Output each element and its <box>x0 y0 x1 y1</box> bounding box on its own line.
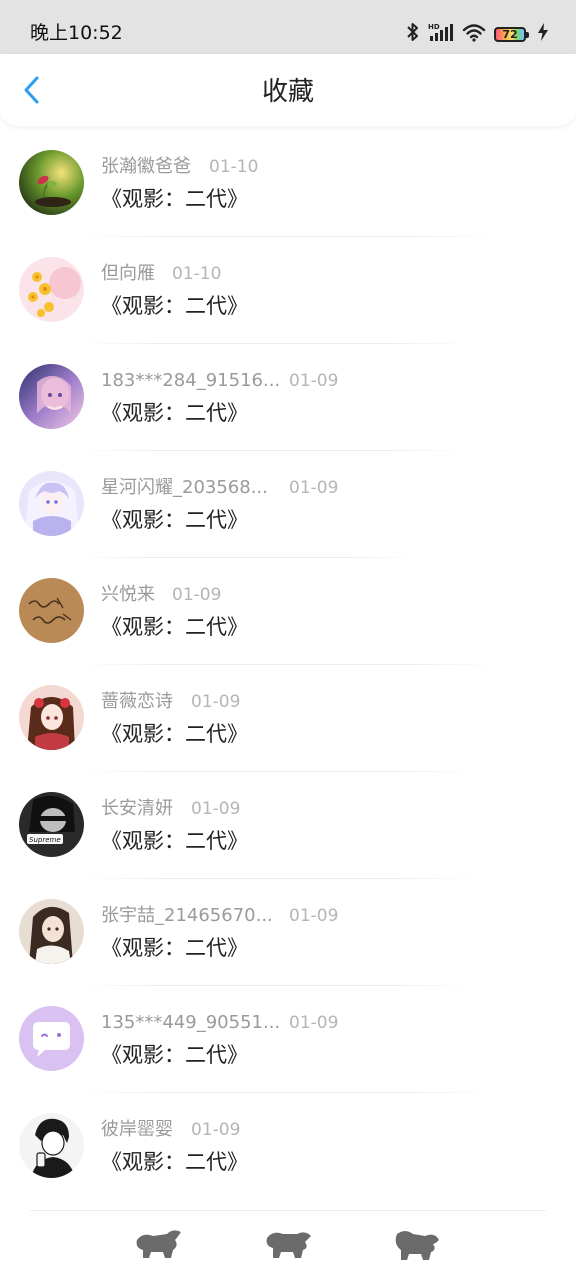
work-title[interactable]: 《观影：二代》 <box>101 1040 248 1070</box>
header: 收藏 <box>0 54 576 126</box>
favorite-date: 01-09 <box>289 371 339 391</box>
avatar[interactable] <box>19 364 84 429</box>
favorite-item[interactable]: 但向雁 01-10 《观影：二代》 <box>0 237 576 344</box>
favorite-item[interactable]: 蔷薇恋诗 01-09 《观影：二代》 <box>0 665 576 772</box>
favorite-date: 01-09 <box>172 585 222 605</box>
work-title[interactable]: 《观影：二代》 <box>101 826 248 856</box>
user-name[interactable]: 张宇喆_21465670... <box>101 903 273 929</box>
status-bar: 晚上10:52 HD 72 <box>0 0 576 54</box>
avatar[interactable]: Supreme <box>19 792 84 857</box>
user-name[interactable]: 星河闪耀_203568... <box>101 475 268 501</box>
user-name[interactable]: 但向雁 <box>101 261 155 287</box>
charging-icon <box>538 23 548 45</box>
hd-signal-icon: HD <box>428 22 454 46</box>
favorite-date: 01-10 <box>172 264 222 284</box>
work-title[interactable]: 《观影：二代》 <box>101 612 248 642</box>
avatar[interactable] <box>19 257 84 322</box>
bluetooth-icon <box>406 22 420 46</box>
user-name[interactable]: 长安清妍 <box>101 796 173 822</box>
avatar[interactable] <box>19 1006 84 1071</box>
favorite-item[interactable]: 兴悦来 01-09 《观影：二代》 <box>0 558 576 665</box>
work-title[interactable]: 《观影：二代》 <box>101 1147 248 1177</box>
puppy-silhouette-icon <box>266 1232 311 1258</box>
favorite-item[interactable]: 张宇喆_21465670... 01-09 《观影：二代》 <box>0 879 576 986</box>
work-title[interactable]: 《观影：二代》 <box>101 184 248 214</box>
avatar[interactable] <box>19 685 84 750</box>
favorite-date: 01-10 <box>209 157 259 177</box>
svg-text:HD: HD <box>428 23 440 31</box>
avatar[interactable] <box>19 471 84 536</box>
wifi-icon <box>462 22 486 46</box>
battery-level: 72 <box>502 27 518 41</box>
svg-text:Supreme: Supreme <box>29 836 61 844</box>
favorite-item[interactable]: 张瀚徽爸爸 01-10 《观影：二代》 <box>0 130 576 237</box>
page-title: 收藏 <box>261 77 314 107</box>
work-title[interactable]: 《观影：二代》 <box>101 933 248 963</box>
favorite-item[interactable]: 彼岸罂婴 01-09 《观影：二代》 <box>0 1093 576 1200</box>
user-name[interactable]: 蔷薇恋诗 <box>101 689 173 715</box>
user-name[interactable]: 张瀚徽爸爸 <box>101 154 191 180</box>
favorite-item[interactable]: 183***284_91516... 01-09 《观影：二代》 <box>0 344 576 451</box>
work-title[interactable]: 《观影：二代》 <box>101 291 248 321</box>
user-name[interactable]: 彼岸罂婴 <box>101 1117 173 1143</box>
favorite-date: 01-09 <box>191 799 241 819</box>
puppy-silhouette-icon <box>395 1231 439 1260</box>
favorite-date: 01-09 <box>289 478 339 498</box>
list-end-divider <box>30 1210 546 1211</box>
favorite-date: 01-09 <box>191 692 241 712</box>
favorite-item[interactable]: Supreme 长安清妍 01-09 《观影：二代》 <box>0 772 576 879</box>
favorite-date: 01-09 <box>289 1013 339 1033</box>
battery-icon: 72 <box>494 26 529 42</box>
avatar[interactable] <box>19 899 84 964</box>
status-time: 晚上10:52 <box>30 22 123 44</box>
work-title[interactable]: 《观影：二代》 <box>101 398 248 428</box>
puppy-silhouette-icon <box>136 1230 181 1258</box>
user-name[interactable]: 183***284_91516... <box>101 368 280 394</box>
avatar[interactable] <box>19 150 84 215</box>
favorite-item[interactable]: 135***449_90551... 01-09 《观影：二代》 <box>0 986 576 1093</box>
user-name[interactable]: 兴悦来 <box>101 582 155 608</box>
favorite-date: 01-09 <box>191 1120 241 1140</box>
work-title[interactable]: 《观影：二代》 <box>101 505 248 535</box>
avatar[interactable] <box>19 1113 84 1178</box>
avatar[interactable] <box>19 578 84 643</box>
user-name[interactable]: 135***449_90551... <box>101 1010 280 1036</box>
favorite-item[interactable]: 星河闪耀_203568... 01-09 《观影：二代》 <box>0 451 576 558</box>
work-title[interactable]: 《观影：二代》 <box>101 719 248 749</box>
favorite-date: 01-09 <box>289 906 339 926</box>
status-icons: HD 72 <box>406 22 548 46</box>
